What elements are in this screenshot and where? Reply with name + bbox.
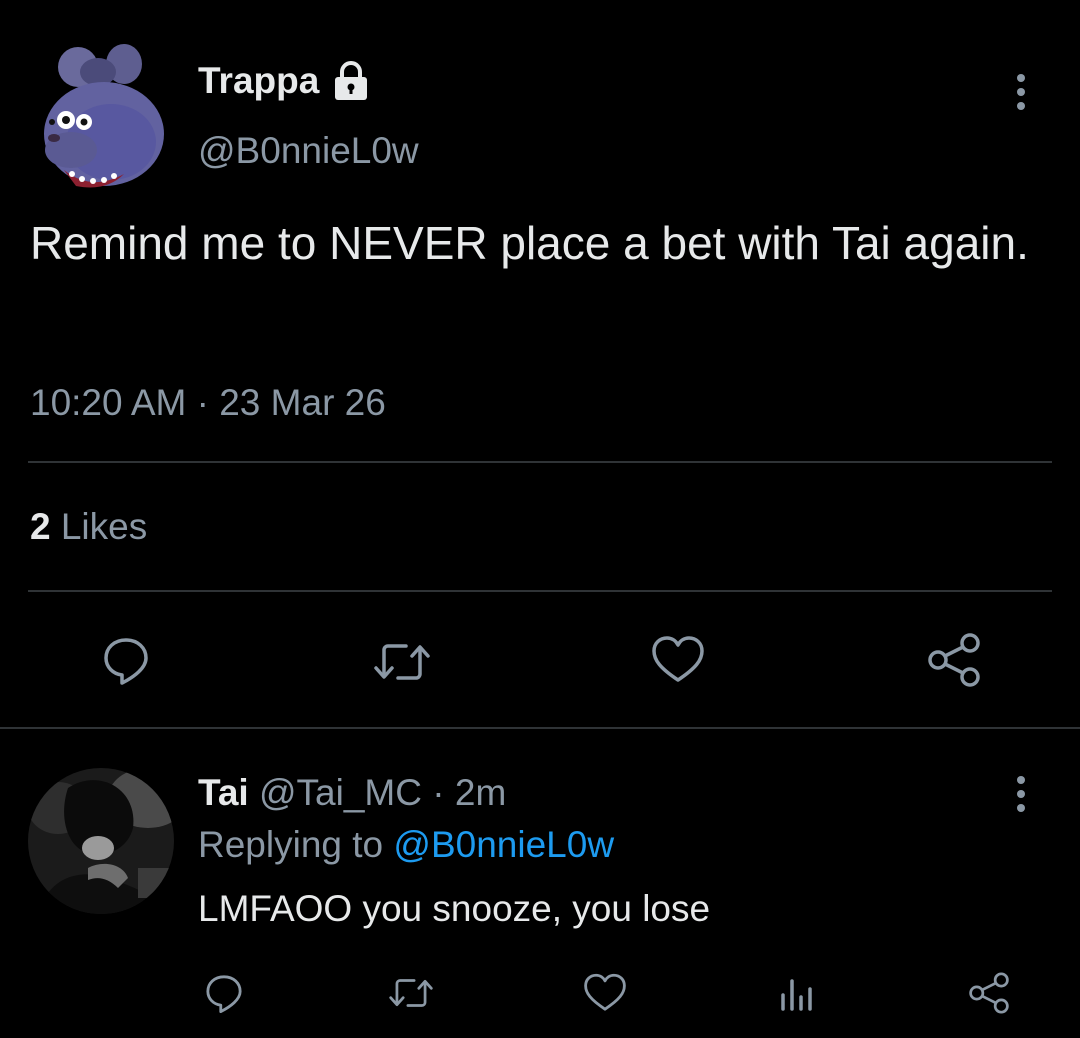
reply-header[interactable]: Tai @Tai_MC · 2m (198, 772, 506, 814)
lock-icon (335, 61, 368, 100)
share-button[interactable] (922, 628, 986, 692)
tweet-text: Remind me to NEVER place a bet with Tai … (30, 217, 1029, 269)
author-name-text: Trappa (198, 60, 320, 101)
reply-age: 2m (454, 772, 507, 813)
likes-summary[interactable]: 2 Likes (30, 506, 147, 548)
tweet-time: 10:20 AM (30, 382, 187, 423)
heart-icon (652, 636, 704, 682)
divider (28, 590, 1052, 592)
like-button[interactable] (580, 970, 630, 1016)
heart-icon (584, 973, 626, 1011)
share-icon (928, 633, 980, 687)
share-icon (969, 972, 1009, 1014)
meta-separator: · (432, 772, 445, 813)
reply-author-name[interactable]: Tai (198, 772, 249, 813)
animatronic-bunny-avatar-icon (44, 44, 164, 188)
divider (28, 461, 1052, 463)
author-avatar[interactable] (36, 42, 166, 192)
reply-author-avatar[interactable] (28, 768, 174, 914)
tweet-timestamp[interactable]: 10:20 AM · 23 Mar 26 (30, 382, 386, 424)
more-options-icon[interactable] (1008, 72, 1034, 112)
thread-divider (0, 727, 1080, 729)
meta-separator: · (196, 382, 209, 423)
reply-button[interactable] (96, 630, 156, 690)
likes-label: Likes (60, 506, 148, 547)
more-options-icon[interactable] (1008, 774, 1034, 814)
like-button[interactable] (646, 630, 710, 690)
reply-author-handle[interactable]: @Tai_MC (259, 772, 422, 813)
replying-prefix: Replying to (198, 824, 384, 865)
author-display-name[interactable]: Trappa (198, 60, 371, 102)
reply-button[interactable] (200, 968, 248, 1018)
person-photo-avatar-icon (28, 768, 174, 914)
retweet-icon (389, 979, 433, 1007)
replying-to-handle-link[interactable]: @B0nnieL0w (393, 824, 614, 865)
reply-text: LMFAOO you snooze, you lose (198, 888, 711, 929)
reply-icon (104, 638, 148, 685)
retweet-icon (374, 644, 430, 680)
analytics-icon (781, 979, 812, 1011)
author-handle[interactable]: @B0nnieL0w (198, 130, 419, 172)
retweet-button[interactable] (368, 632, 436, 692)
retweet-button[interactable] (384, 970, 438, 1016)
share-button[interactable] (964, 968, 1014, 1018)
tweet-date: 23 Mar 26 (219, 382, 386, 423)
replying-to: Replying to @B0nnieL0w (198, 824, 614, 866)
reply-icon (206, 975, 242, 1013)
analytics-button[interactable] (774, 970, 820, 1016)
likes-count: 2 (30, 506, 51, 547)
